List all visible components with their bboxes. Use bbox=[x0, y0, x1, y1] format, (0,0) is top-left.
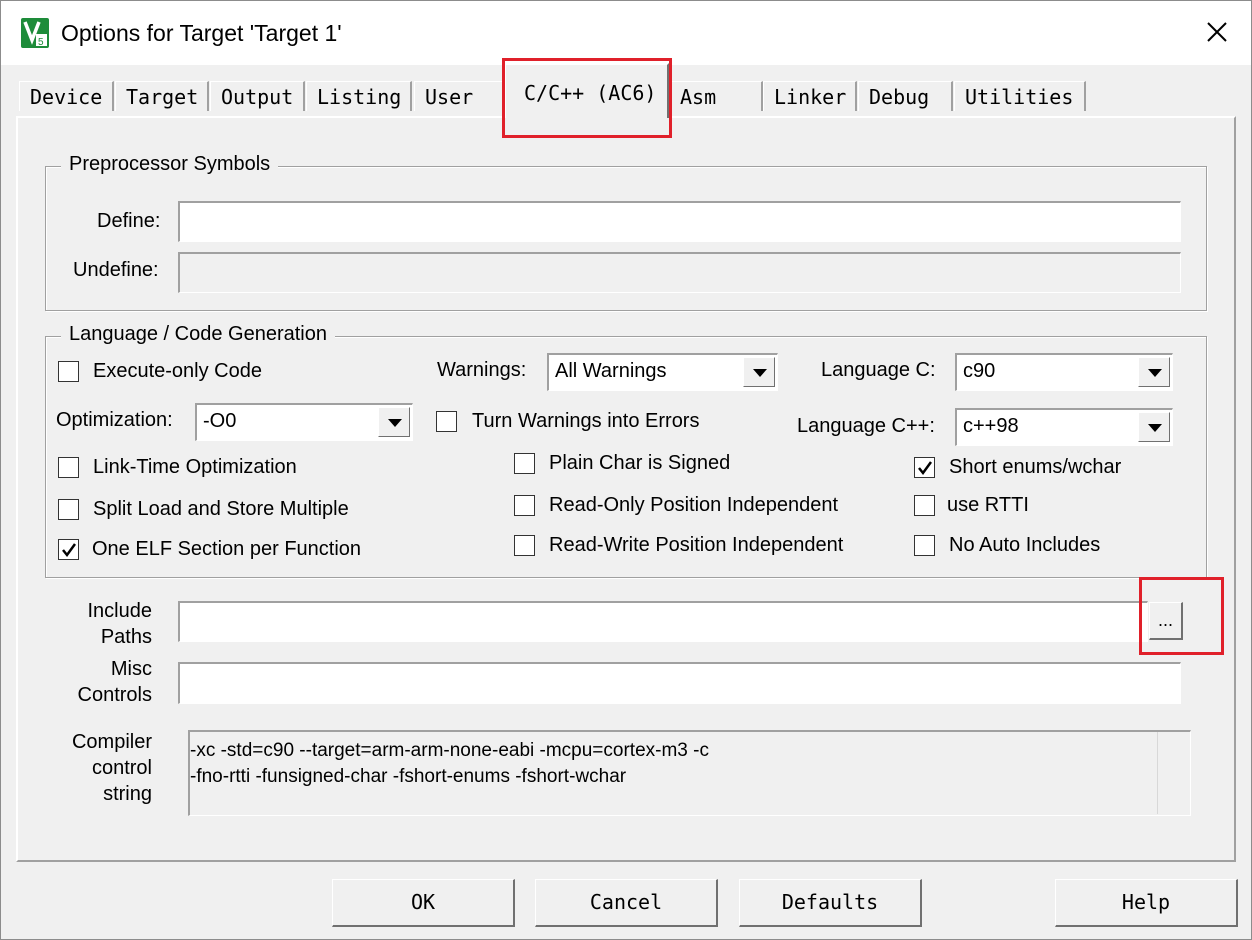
short-enums-label: Short enums/wchar bbox=[949, 456, 1122, 478]
optimization-label: Optimization: bbox=[56, 409, 173, 431]
ro-pi-checkbox[interactable] bbox=[514, 495, 535, 516]
language-cpp-label: Language C++: bbox=[797, 415, 935, 437]
include-paths-input[interactable] bbox=[178, 601, 1148, 642]
one-elf-label: One ELF Section per Function bbox=[92, 538, 362, 560]
compiler-string-line-1: -xc -std=c90 --target=arm-arm-none-eabi … bbox=[190, 740, 709, 761]
codegen-group-label: Language / Code Generation bbox=[61, 323, 335, 346]
plain-char-label: Plain Char is Signed bbox=[549, 452, 731, 474]
chevron-down-icon[interactable] bbox=[378, 407, 410, 437]
language-c-select[interactable]: c90 bbox=[955, 353, 1173, 391]
include-paths-label-1: Include bbox=[87, 600, 153, 622]
close-button[interactable] bbox=[1193, 13, 1241, 53]
split-load-checkbox[interactable] bbox=[58, 499, 79, 520]
execute-only-label: Execute-only Code bbox=[93, 360, 262, 382]
warnings-value: All Warnings bbox=[555, 360, 667, 382]
undefine-label: Undefine: bbox=[73, 259, 159, 281]
tab-target[interactable]: Target bbox=[115, 81, 209, 111]
checkmark-icon bbox=[918, 461, 933, 476]
warnings-select[interactable]: All Warnings bbox=[547, 353, 778, 391]
optimization-value: -O0 bbox=[203, 410, 237, 432]
undefine-input[interactable] bbox=[178, 252, 1181, 293]
no-auto-includes-checkbox[interactable] bbox=[914, 535, 935, 556]
compiler-string-line-2: -fno-rtti -funsigned-char -fshort-enums … bbox=[190, 766, 627, 787]
define-label: Define: bbox=[97, 210, 161, 232]
compiler-label-2: control bbox=[91, 757, 152, 779]
ro-pi-label: Read-Only Position Independent bbox=[549, 494, 839, 516]
link-time-checkbox[interactable] bbox=[58, 457, 79, 478]
tab-cc-ac6[interactable]: C/C++ (AC6) bbox=[504, 63, 669, 118]
compiler-control-string[interactable]: -xc -std=c90 --target=arm-arm-none-eabi … bbox=[188, 730, 1191, 816]
define-input[interactable] bbox=[178, 201, 1181, 242]
turn-warnings-label: Turn Warnings into Errors bbox=[472, 410, 700, 432]
chevron-down-icon[interactable] bbox=[1138, 357, 1170, 387]
use-rtti-label: use RTTI bbox=[947, 494, 1029, 516]
compiler-string-scrollbar[interactable] bbox=[1157, 732, 1190, 814]
include-paths-label-2: Paths bbox=[100, 626, 152, 648]
defaults-button[interactable]: Defaults bbox=[739, 879, 922, 927]
window-title: Options for Target 'Target 1' bbox=[61, 20, 342, 46]
tab-linker[interactable]: Linker bbox=[763, 81, 857, 111]
rw-pi-label: Read-Write Position Independent bbox=[549, 534, 844, 556]
misc-controls-label-1: Misc bbox=[110, 658, 152, 680]
tab-output[interactable]: Output bbox=[210, 81, 305, 111]
cancel-button[interactable]: Cancel bbox=[535, 879, 718, 927]
misc-controls-input[interactable] bbox=[178, 662, 1181, 704]
language-cpp-value: c++98 bbox=[963, 415, 1019, 437]
one-elf-checkbox[interactable] bbox=[58, 539, 79, 560]
no-auto-includes-label: No Auto Includes bbox=[949, 534, 1101, 556]
language-c-value: c90 bbox=[963, 360, 996, 382]
optimization-select[interactable]: -O0 bbox=[195, 403, 413, 441]
keil-app-icon: 5 bbox=[21, 18, 49, 48]
tab-listing[interactable]: Listing bbox=[306, 81, 412, 111]
tab-asm[interactable]: Asm bbox=[669, 81, 763, 111]
execute-only-checkbox[interactable] bbox=[58, 361, 79, 382]
tab-device[interactable]: Device bbox=[19, 81, 114, 111]
compiler-label-1: Compiler bbox=[71, 731, 152, 753]
ok-button[interactable]: OK bbox=[332, 879, 515, 927]
chevron-down-icon[interactable] bbox=[1138, 412, 1170, 442]
link-time-label: Link-Time Optimization bbox=[93, 456, 297, 478]
title-bar: 5 Options for Target 'Target 1' bbox=[1, 1, 1251, 65]
misc-controls-label-2: Controls bbox=[77, 684, 152, 706]
turn-warnings-checkbox[interactable] bbox=[436, 411, 457, 432]
language-cpp-select[interactable]: c++98 bbox=[955, 408, 1173, 446]
options-dialog: 5 Options for Target 'Target 1' Device T… bbox=[0, 0, 1252, 940]
tab-user[interactable]: User bbox=[414, 81, 504, 111]
compiler-label-3: string bbox=[103, 783, 152, 805]
language-c-label: Language C: bbox=[821, 359, 936, 381]
checkmark-icon bbox=[62, 543, 77, 558]
tab-debug[interactable]: Debug bbox=[858, 81, 953, 111]
split-load-label: Split Load and Store Multiple bbox=[93, 498, 349, 520]
preprocessor-group-label: Preprocessor Symbols bbox=[61, 153, 279, 176]
tab-utilities[interactable]: Utilities bbox=[954, 81, 1086, 111]
use-rtti-checkbox[interactable] bbox=[914, 495, 935, 516]
include-paths-browse-button[interactable]: ... bbox=[1149, 602, 1183, 640]
short-enums-checkbox[interactable] bbox=[914, 457, 935, 478]
chevron-down-icon[interactable] bbox=[743, 357, 775, 387]
plain-char-checkbox[interactable] bbox=[514, 453, 535, 474]
help-button[interactable]: Help bbox=[1055, 879, 1238, 927]
rw-pi-checkbox[interactable] bbox=[514, 535, 535, 556]
svg-text:5: 5 bbox=[38, 37, 44, 48]
warnings-label: Warnings: bbox=[437, 359, 527, 381]
close-icon bbox=[1207, 22, 1227, 42]
